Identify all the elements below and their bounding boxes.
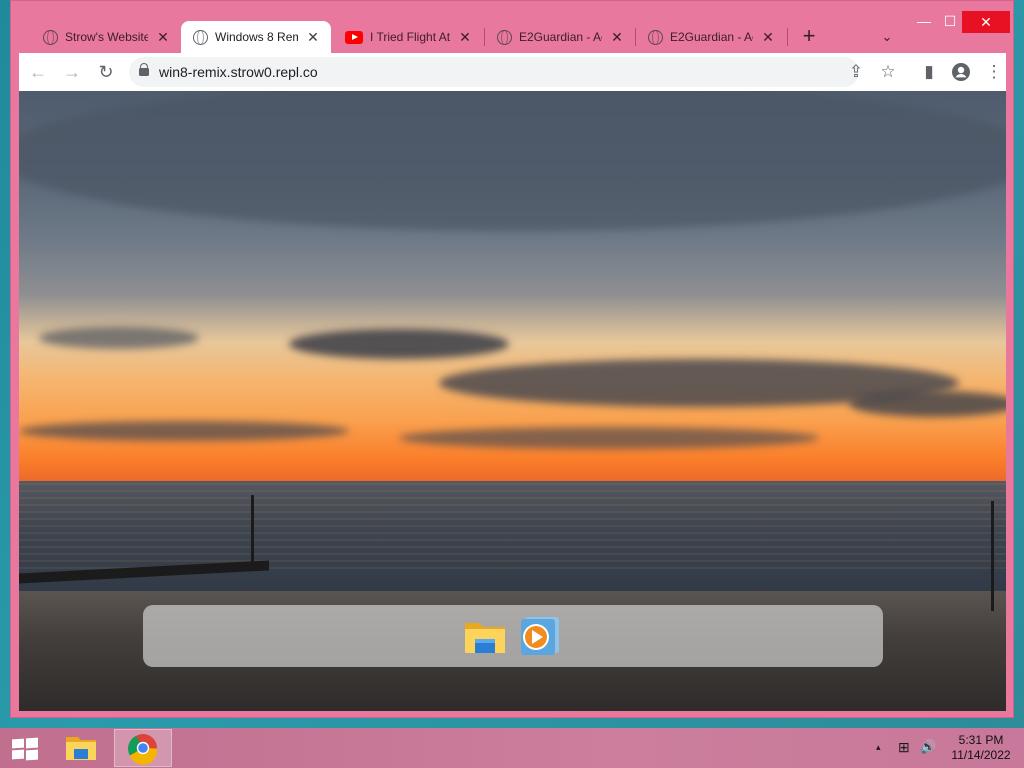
tab-e2guardian-2[interactable]: E2Guardian - Ac ✕: [636, 21, 786, 53]
start-button[interactable]: [12, 737, 38, 761]
clock-date: 11/14/2022: [951, 748, 1011, 762]
taskbar: ▴ ⊞ 🔊 5:31 PM 11/14/2022: [0, 728, 1024, 768]
menu-icon[interactable]: ⋮: [979, 57, 1009, 87]
globe-icon: [648, 29, 663, 45]
groyne: [19, 495, 269, 585]
chrome-icon: [128, 734, 158, 765]
tab-separator: [787, 28, 788, 46]
close-window-button[interactable]: ✕: [962, 11, 1010, 33]
web-page-content: [19, 91, 1006, 711]
close-tab-icon[interactable]: ✕: [609, 29, 625, 46]
media-player-icon[interactable]: [517, 615, 561, 657]
taskbar-chrome[interactable]: [114, 729, 172, 767]
reload-button[interactable]: ↻: [91, 57, 121, 87]
close-tab-icon[interactable]: ✕: [457, 29, 473, 46]
lock-icon[interactable]: [139, 63, 149, 80]
cloud: [289, 329, 509, 359]
back-button[interactable]: ←: [23, 57, 53, 87]
groyne-beam: [19, 560, 269, 584]
network-icon[interactable]: ⊞: [898, 739, 910, 756]
tab-strows-website[interactable]: Strow's Website ✕: [31, 21, 181, 53]
tab-title: Strow's Website: [65, 30, 148, 44]
tab-search-button[interactable]: ⌄: [873, 23, 901, 51]
volume-icon[interactable]: 🔊: [920, 739, 936, 755]
address-text: win8-remix.strow0.repl.co: [159, 64, 318, 80]
clock-time: 5:31 PM: [958, 733, 1004, 747]
file-explorer-icon: [66, 737, 96, 760]
tab-windows-8-remix[interactable]: Windows 8 Rem ✕: [181, 21, 331, 53]
groyne-pole: [251, 495, 254, 565]
browser-window: Strow's Website ✕ Windows 8 Rem ✕ I Trie…: [10, 0, 1014, 718]
show-hidden-icons-chevron[interactable]: ▴: [876, 742, 881, 753]
globe-icon: [497, 29, 512, 45]
address-bar[interactable]: win8-remix.strow0.repl.co: [129, 57, 859, 87]
tab-title: Windows 8 Rem: [215, 30, 298, 44]
file-explorer-icon[interactable]: [463, 615, 507, 657]
cloud: [19, 91, 1006, 231]
side-panel-icon[interactable]: ▮: [914, 57, 944, 87]
share-icon[interactable]: ⇪: [841, 57, 871, 87]
globe-icon: [43, 29, 58, 45]
close-tab-icon[interactable]: ✕: [155, 29, 171, 46]
profile-avatar-icon[interactable]: [946, 57, 976, 87]
new-tab-button[interactable]: +: [795, 23, 823, 51]
cloud: [19, 421, 349, 441]
app-dock: [143, 605, 883, 667]
tab-title: E2Guardian - Ac: [519, 30, 602, 44]
beach-pole: [991, 501, 994, 611]
cloud: [399, 427, 819, 449]
cloud: [39, 327, 199, 349]
tab-youtube-video[interactable]: I Tried Flight Att ✕: [333, 21, 483, 53]
tab-e2guardian-1[interactable]: E2Guardian - Ac ✕: [485, 21, 635, 53]
forward-button[interactable]: →: [57, 57, 87, 87]
tab-title: I Tried Flight Att: [370, 30, 450, 44]
bookmark-star-icon[interactable]: ☆: [873, 57, 903, 87]
close-tab-icon[interactable]: ✕: [305, 29, 321, 46]
cloud: [849, 391, 1006, 417]
system-clock[interactable]: 5:31 PM 11/14/2022: [946, 733, 1016, 763]
taskbar-file-explorer[interactable]: [52, 729, 110, 767]
browser-toolbar: ← → ↻ win8-remix.strow0.repl.co ⇪ ☆ ▮ ⋮: [19, 53, 1006, 91]
tab-title: E2Guardian - Ac: [670, 30, 753, 44]
close-tab-icon[interactable]: ✕: [760, 29, 776, 46]
globe-icon: [193, 29, 208, 45]
youtube-icon: [345, 30, 363, 44]
tab-strip: Strow's Website ✕ Windows 8 Rem ✕ I Trie…: [11, 1, 1013, 53]
